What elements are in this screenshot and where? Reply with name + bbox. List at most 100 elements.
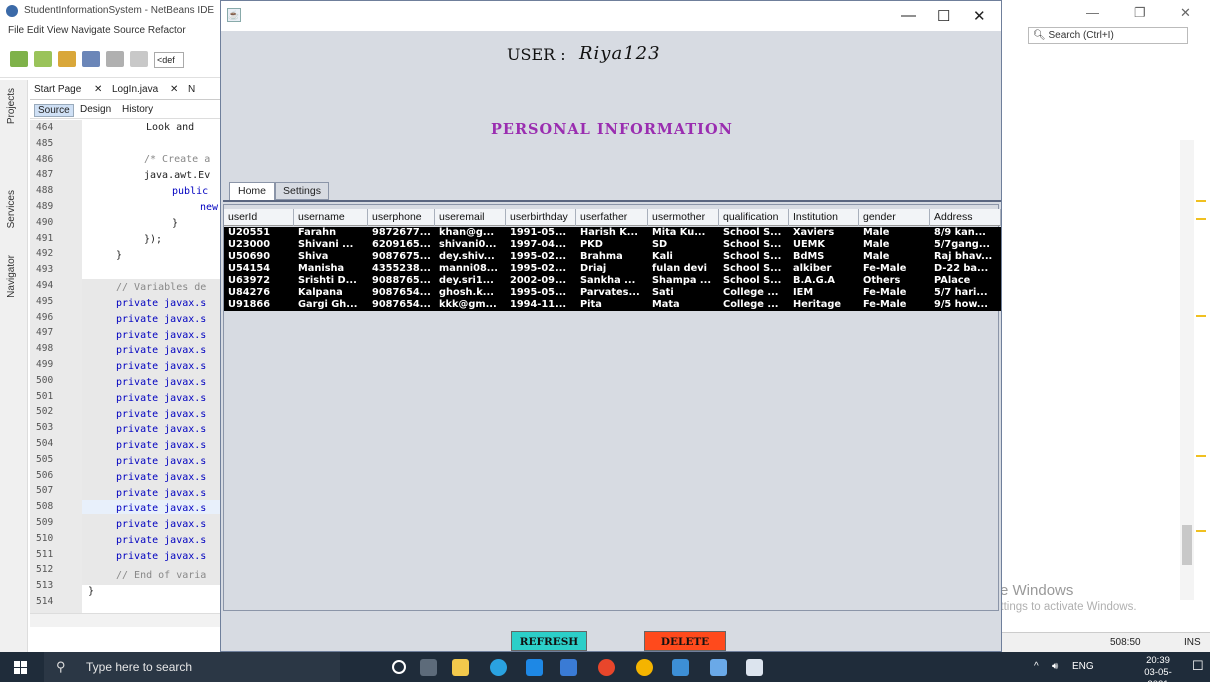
column-header[interactable]: Address [930, 209, 1001, 226]
column-header[interactable]: useremail [435, 209, 506, 226]
table-cell[interactable]: Driaj [576, 263, 648, 275]
table-cell[interactable]: 2002-09... [506, 275, 576, 287]
table-cell[interactable]: Heritage [789, 299, 859, 311]
table-cell[interactable]: SD [648, 239, 719, 251]
table-cell[interactable]: Shiva [294, 251, 368, 263]
table-cell[interactable]: School S... [719, 251, 789, 263]
table-cell[interactable]: manni08... [435, 263, 506, 275]
table-body[interactable]: U20551 Farahn 9872677... khan@g... 1991-05..… [224, 227, 1001, 311]
editor-horizontal-scrollbar[interactable] [30, 613, 222, 627]
table-cell[interactable]: 5/7gang... [930, 239, 1001, 251]
table-row[interactable]: U54154 Manisha 4355238... manni08... 1995-02… [224, 263, 1001, 275]
table-cell[interactable]: 1994-11... [506, 299, 576, 311]
table-cell[interactable]: School S... [719, 227, 789, 239]
table-cell[interactable]: Raj bhav... [930, 251, 1001, 263]
volume-icon[interactable]: 🔊︎ [1052, 661, 1058, 672]
table-cell[interactable]: 1995-05... [506, 287, 576, 299]
table-cell[interactable]: 1997-04... [506, 239, 576, 251]
table-cell[interactable]: shivani0... [435, 239, 506, 251]
table-cell[interactable]: dey.sri1... [435, 275, 506, 287]
table-row[interactable]: U20551 Farahn 9872677... khan@g... 1991-05..… [224, 227, 1001, 239]
navigator-tab[interactable]: Navigator [6, 255, 17, 298]
column-header[interactable]: userphone [368, 209, 435, 226]
netbeans-menubar[interactable]: File Edit View Navigate Source Refactor [0, 22, 230, 40]
error-stripe-mark[interactable] [1196, 218, 1206, 220]
table-cell[interactable]: Pita [576, 299, 648, 311]
table-cell[interactable]: B.A.G.A [789, 275, 859, 287]
minimize-icon[interactable]: — [1086, 5, 1099, 20]
services-tab[interactable]: Services [6, 190, 17, 228]
table-cell[interactable]: Fe-Male [859, 299, 930, 311]
table-cell[interactable]: 8/9 kan... [930, 227, 1001, 239]
table-cell[interactable]: Fe-Male [859, 287, 930, 299]
config-combo[interactable]: <def [154, 52, 184, 68]
table-cell[interactable]: kkk@gm... [435, 299, 506, 311]
table-cell[interactable]: Farahn [294, 227, 368, 239]
table-cell[interactable]: fulan devi [648, 263, 719, 275]
table-cell[interactable]: 9087675... [368, 251, 435, 263]
table-cell[interactable]: School S... [719, 275, 789, 287]
table-cell[interactable]: 6209165... [368, 239, 435, 251]
table-cell[interactable]: Others [859, 275, 930, 287]
error-stripe-mark[interactable] [1196, 455, 1206, 457]
table-cell[interactable]: Mata [648, 299, 719, 311]
table-cell[interactable]: 5/7 hari... [930, 287, 1001, 299]
new-project-icon[interactable] [34, 51, 52, 67]
column-header[interactable]: Institution [789, 209, 859, 226]
table-row[interactable]: U91866 Gargi Gh... 9087654... kkk@gm... 1994… [224, 299, 1001, 311]
table-cell[interactable]: IEM [789, 287, 859, 299]
column-header[interactable]: gender [859, 209, 930, 226]
chrome-icon[interactable] [636, 659, 653, 676]
maximize-icon[interactable]: ☐ [937, 7, 950, 25]
ide-search-input[interactable]: 🔍︎ Search (Ctrl+I) [1028, 27, 1188, 44]
table-row[interactable]: U50690 Shiva 9087675... dey.shiv... 1995-02.… [224, 251, 1001, 263]
netbeans-taskbar-icon[interactable] [710, 659, 727, 676]
table-cell[interactable]: Brahma [576, 251, 648, 263]
table-cell[interactable]: Xaviers [789, 227, 859, 239]
task-view-icon[interactable] [420, 659, 437, 676]
table-cell[interactable]: 4355238... [368, 263, 435, 275]
table-cell[interactable]: D-22 ba... [930, 263, 1001, 275]
error-stripe-mark[interactable] [1196, 530, 1206, 532]
column-header[interactable]: username [294, 209, 368, 226]
error-stripe-mark[interactable] [1196, 200, 1206, 202]
table-cell[interactable]: Sati [648, 287, 719, 299]
table-cell[interactable]: U50690 [224, 251, 294, 263]
history-view-button[interactable]: History [122, 104, 153, 115]
tab-login-java[interactable]: LogIn.java [112, 84, 158, 95]
scroll-thumb[interactable] [1182, 525, 1192, 565]
editor-vertical-scrollbar[interactable] [1180, 140, 1194, 600]
restore-icon[interactable]: ❐ [1134, 5, 1146, 21]
refresh-button[interactable]: REFRESH [511, 631, 587, 651]
table-cell[interactable]: U23000 [224, 239, 294, 251]
tray-chevron-icon[interactable]: ^ [1034, 661, 1039, 672]
table-cell[interactable]: ghosh.k... [435, 287, 506, 299]
table-cell[interactable]: alkiber [789, 263, 859, 275]
table-cell[interactable]: College ... [719, 299, 789, 311]
table-cell[interactable]: 9872677... [368, 227, 435, 239]
table-cell[interactable]: School S... [719, 263, 789, 275]
minimize-icon[interactable]: — [901, 7, 916, 24]
table-cell[interactable]: Male [859, 227, 930, 239]
table-cell[interactable]: Manisha [294, 263, 368, 275]
table-cell[interactable]: Sankha ... [576, 275, 648, 287]
column-header[interactable]: userfather [576, 209, 648, 226]
store-icon[interactable] [560, 659, 577, 676]
table-cell[interactable]: 1991-05... [506, 227, 576, 239]
close-icon[interactable]: ✕ [1180, 5, 1191, 21]
table-cell[interactable]: 9087654... [368, 287, 435, 299]
table-cell[interactable]: Shivani ... [294, 239, 368, 251]
column-header[interactable]: userbirthday [506, 209, 576, 226]
office-icon[interactable] [598, 659, 615, 676]
table-cell[interactable]: 9087654... [368, 299, 435, 311]
java-app-taskbar-icon[interactable] [746, 659, 763, 676]
table-cell[interactable]: PAlace [930, 275, 1001, 287]
edge-icon[interactable] [490, 659, 507, 676]
notification-icon[interactable]: ☐ [1192, 658, 1204, 674]
table-cell[interactable]: UEMK [789, 239, 859, 251]
table-cell[interactable]: U20551 [224, 227, 294, 239]
taskbar-clock[interactable]: 20:39 03-05-2021 [1136, 655, 1180, 682]
table-row[interactable]: U23000 Shivani ... 6209165... shivani0... 19… [224, 239, 1001, 251]
projects-tab[interactable]: Projects [6, 88, 17, 124]
table-row[interactable]: U84276 Kalpana 9087654... ghosh.k... 1995-05… [224, 287, 1001, 299]
